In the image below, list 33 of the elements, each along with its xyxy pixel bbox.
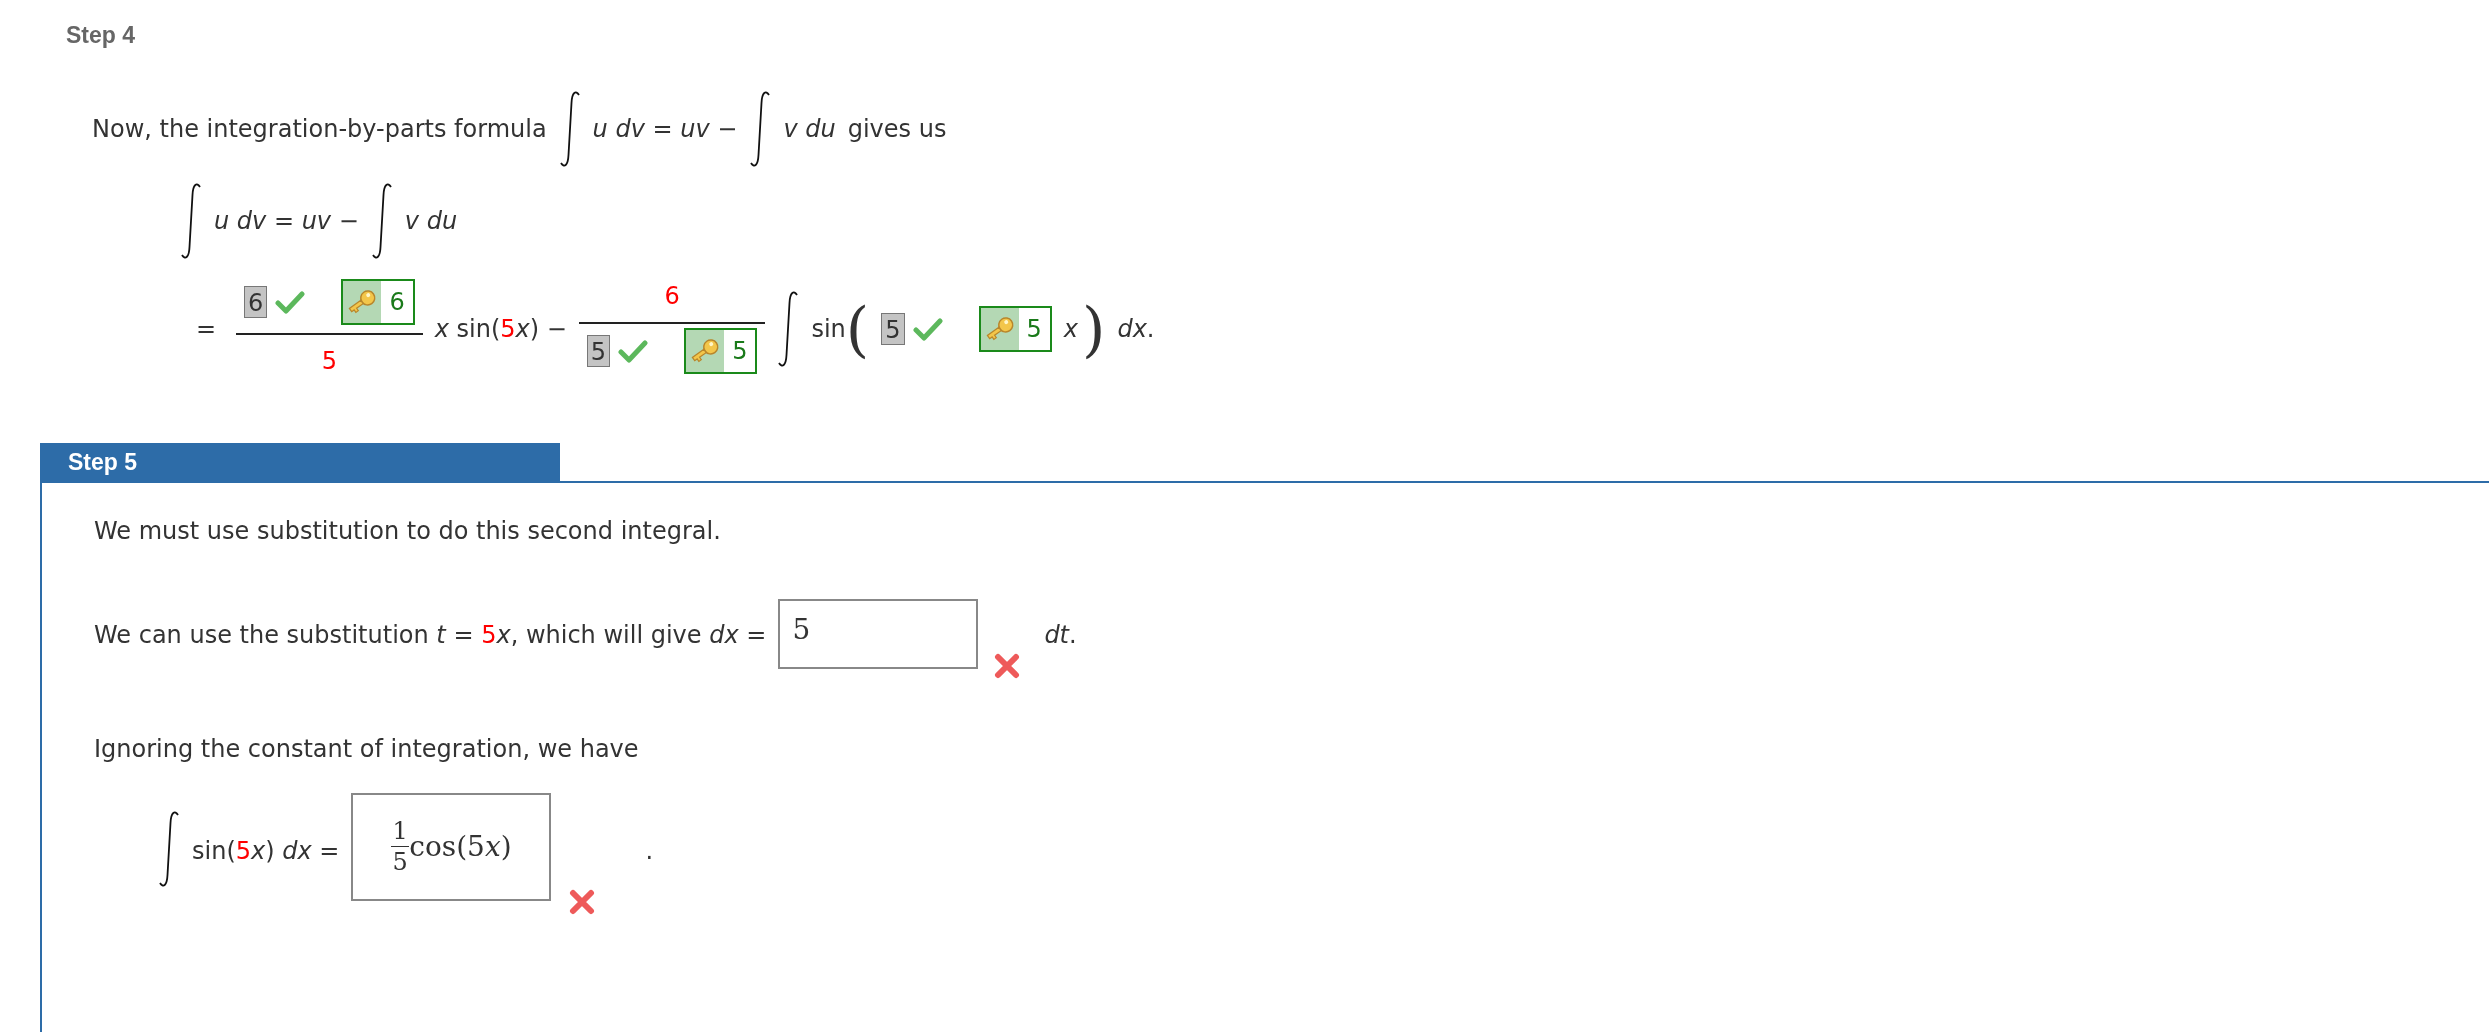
intro-text: Now, the integration-by-parts formula [92, 113, 547, 145]
check-icon [912, 316, 943, 341]
check-icon [618, 338, 649, 363]
equals-sign: = [196, 313, 217, 345]
input-field[interactable]: 5 [778, 598, 979, 669]
formula-text: u dv = uv − [592, 113, 738, 145]
formula-text: v du [404, 205, 458, 237]
parenthesis: ) [1082, 298, 1106, 359]
formula-text: dt. [1044, 619, 1077, 651]
step-title: Step 4 [66, 22, 136, 48]
answer-key: 5 [684, 327, 758, 374]
answer-key: 5 [978, 305, 1052, 352]
formula-text: dx. [1117, 313, 1155, 345]
intro-text: gives us [847, 113, 947, 145]
formula-text: x sin(5x) − [434, 313, 567, 345]
numerator: 6 [664, 280, 680, 312]
answer-box[interactable]: 5 [881, 312, 905, 345]
check-icon [275, 289, 306, 314]
formula-text: v du [783, 113, 836, 145]
parenthesis: ( [845, 298, 870, 359]
period: . [645, 835, 654, 867]
denominator: 5 [321, 345, 338, 377]
answer-box[interactable]: 6 [244, 285, 268, 318]
formula-text: u dv = uv − [214, 205, 359, 237]
formula-text: x [1063, 313, 1078, 345]
paragraph-text: We must use substitution to do this second integral. [94, 515, 722, 547]
answer-box[interactable]: 5 [586, 334, 611, 367]
paragraph-text: We can use the substitution t = 5x, which will give dx = [94, 619, 767, 651]
function-name: sin [811, 313, 846, 345]
answer-key: 6 [341, 278, 415, 325]
step-header: Step 5 [40, 442, 560, 483]
formula-text: sin(5x) dx = [192, 835, 340, 867]
paragraph-text: Ignoring the constant of integration, we have [94, 733, 640, 765]
